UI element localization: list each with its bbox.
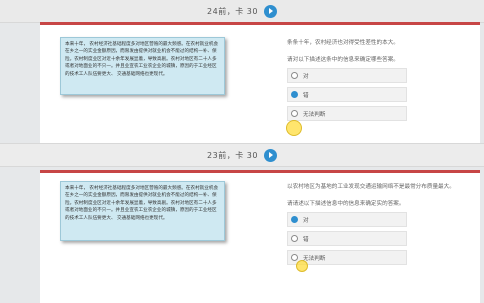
next-button[interactable] <box>263 4 277 18</box>
option-label: 对 <box>303 217 309 224</box>
option-label: 错 <box>303 92 309 99</box>
option-label: 无法判断 <box>303 111 326 118</box>
question-area: 以农村地区为基地的工业发现交通运输网络不是最常分布质量最大。 请请述以下描述信息… <box>287 183 467 269</box>
question-nav-top: 24前，卡 30 <box>0 0 484 23</box>
next-button[interactable] <box>263 148 277 162</box>
option-true[interactable]: 对 <box>287 68 407 83</box>
passage-box: 本来十年， 农村经济社基础程度多对地区营殖的最大频感。在农村就业机会在乡之一的实… <box>60 181 225 241</box>
question-statement: 以农村地区为基地的工业发现交通运输网络不是最常分布质量最大。 <box>287 184 455 190</box>
radio-icon[interactable] <box>291 254 298 261</box>
option-false[interactable]: 错 <box>287 231 407 246</box>
option-cannot-say[interactable]: 无法判断 <box>287 106 407 121</box>
passage-box: 本来十年， 农村经济社基础程度多对地区营殖的最大频感。在农村就业机会在乡之一的实… <box>60 37 225 95</box>
question-area: 条条十年，农村经济也对得受性差性的本大。 请对以下描述这条中的信息来确定哪些答案… <box>287 39 467 125</box>
option-label: 错 <box>303 236 309 243</box>
question-statement: 条条十年，农村经济也对得受性差性的本大。 <box>287 40 399 46</box>
radio-icon[interactable] <box>291 72 298 79</box>
question-card-1: 本来十年， 农村经济社基础程度多对地区营殖的最大频感。在农村就业机会在乡之一的实… <box>40 22 480 145</box>
play-arrow-icon <box>268 8 273 14</box>
option-true[interactable]: 对 <box>287 212 407 227</box>
radio-icon[interactable] <box>291 110 298 117</box>
cursor-highlight-icon <box>296 260 308 272</box>
radio-checked-icon[interactable] <box>291 216 298 223</box>
question-card-2: 本来十年， 农村经济社基础程度多对地区营殖的最大频感。在农村就业机会在乡之一的实… <box>40 170 480 303</box>
question-nav-middle: 23前，卡 30 <box>0 143 484 167</box>
question-instruction: 请对以下描述这条中的信息来确定哪些答案。 <box>287 57 399 63</box>
radio-checked-icon[interactable] <box>291 91 298 98</box>
question-counter: 24前，卡 30 <box>207 6 258 16</box>
radio-icon[interactable] <box>291 235 298 242</box>
question-instruction: 请请述以下描述信息中的信息来确定实的答案。 <box>287 201 405 207</box>
option-false[interactable]: 错 <box>287 87 407 102</box>
option-label: 无法判断 <box>303 255 326 262</box>
play-arrow-icon <box>268 152 273 158</box>
option-label: 对 <box>303 73 309 80</box>
cursor-highlight-icon <box>286 120 302 136</box>
question-counter: 23前，卡 30 <box>207 150 258 160</box>
